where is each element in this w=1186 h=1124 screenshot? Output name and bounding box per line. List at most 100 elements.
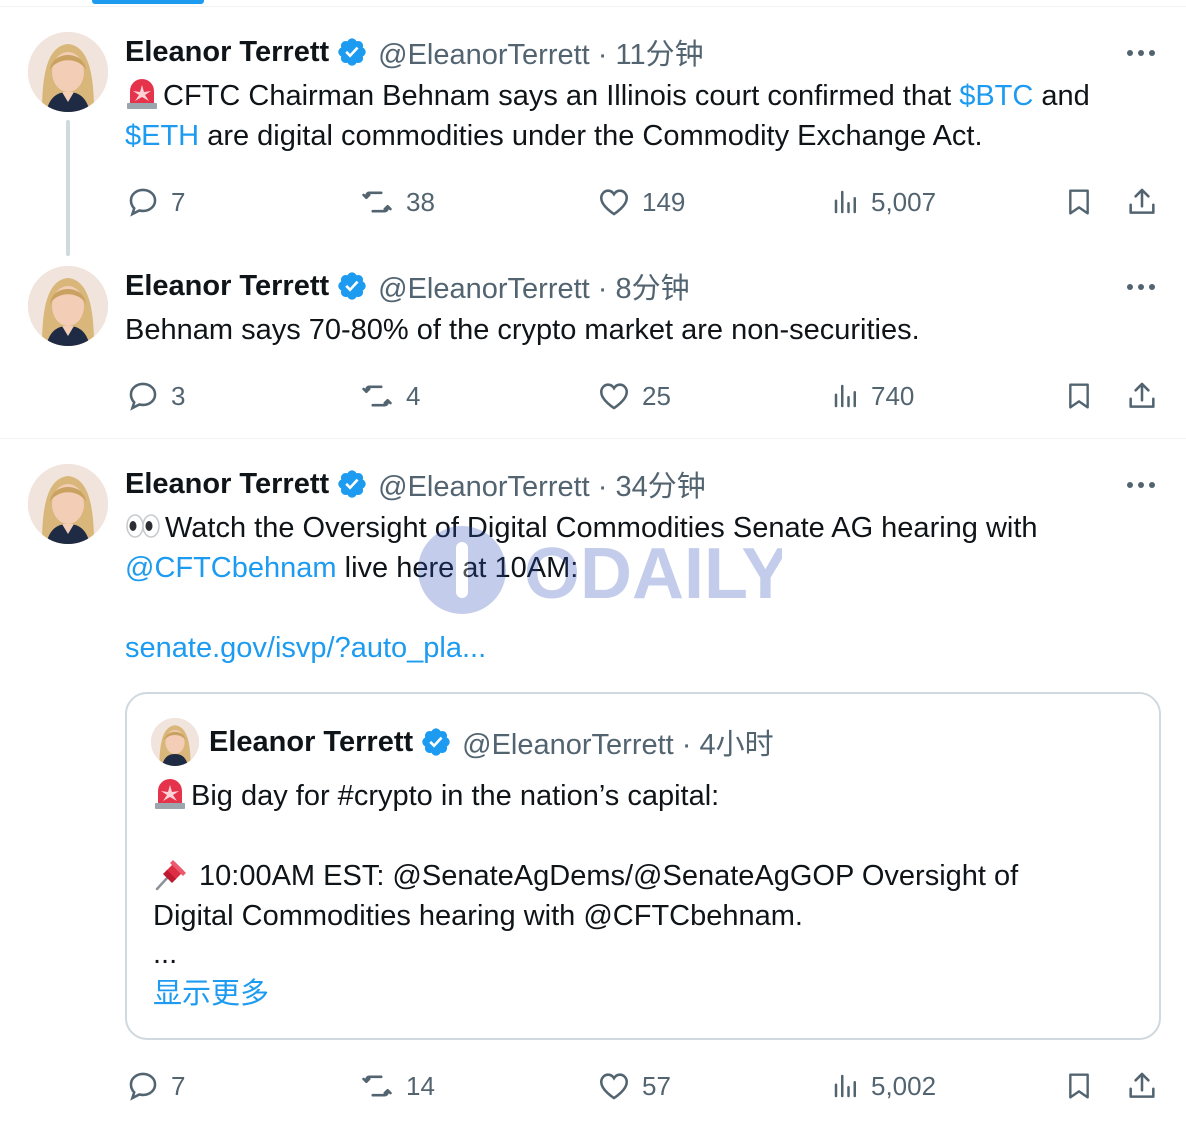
author-name[interactable]: Eleanor Terrett bbox=[125, 468, 329, 501]
bookmark-button[interactable] bbox=[1063, 1066, 1095, 1106]
verified-icon[interactable] bbox=[336, 270, 368, 302]
author-handle-time[interactable]: @EleanorTerrett · 8分钟 bbox=[378, 265, 689, 307]
top-divider bbox=[0, 6, 1186, 7]
like-button[interactable]: 57 bbox=[596, 1066, 671, 1106]
quoted-text-line-2: 10:00AM EST: @SenateAgDems/@SenateAgGOP … bbox=[153, 856, 1133, 896]
avatar[interactable] bbox=[28, 32, 108, 112]
repost-count: 38 bbox=[406, 186, 435, 217]
show-more-link[interactable]: 显示更多 bbox=[153, 978, 269, 1010]
share-button[interactable] bbox=[1125, 182, 1159, 222]
bookmark-button[interactable] bbox=[1063, 182, 1095, 222]
more-button[interactable] bbox=[1124, 270, 1158, 304]
share-icon bbox=[1129, 188, 1155, 214]
like-count: 149 bbox=[642, 186, 686, 217]
thread-connector bbox=[66, 120, 70, 256]
eyes-emoji bbox=[126, 514, 160, 538]
view-count: 740 bbox=[871, 380, 915, 411]
share-button[interactable] bbox=[1125, 1066, 1159, 1106]
verified-icon[interactable] bbox=[336, 36, 368, 68]
reply-icon bbox=[129, 382, 157, 411]
repost-icon bbox=[362, 1075, 392, 1097]
repost-button[interactable]: 38 bbox=[358, 182, 435, 222]
text-segment: CFTC Chairman Behnam says an Illinois co… bbox=[163, 80, 960, 112]
more-icon bbox=[1127, 482, 1155, 488]
siren-emoji bbox=[127, 79, 157, 109]
more-icon bbox=[1127, 284, 1155, 290]
author-name[interactable]: Eleanor Terrett bbox=[125, 36, 329, 69]
reply-count: 7 bbox=[171, 186, 186, 217]
avatar[interactable] bbox=[28, 266, 108, 346]
view-count: 5,007 bbox=[871, 186, 937, 217]
reply-count: 3 bbox=[171, 380, 186, 411]
quoted-author-name: Eleanor Terrett bbox=[209, 725, 414, 758]
views-icon bbox=[834, 1074, 856, 1098]
more-button[interactable] bbox=[1124, 468, 1158, 502]
quoted-handle-time: @EleanorTerrett · 4小时 bbox=[462, 729, 774, 761]
external-link[interactable]: senate.gov/isvp/?auto_pla... bbox=[125, 632, 486, 664]
quoted-avatar[interactable] bbox=[151, 718, 199, 766]
share-icon bbox=[1129, 1072, 1155, 1098]
author-handle-time[interactable]: @EleanorTerrett · 11分钟 bbox=[378, 31, 703, 73]
mention-cftcbehnam[interactable]: @CFTCbehnam bbox=[125, 552, 337, 584]
like-icon bbox=[599, 189, 629, 216]
like-count: 25 bbox=[642, 380, 671, 411]
text-segment: 10:00AM EST: @SenateAgDems/@SenateAgGOP … bbox=[199, 860, 1019, 892]
more-button[interactable] bbox=[1124, 36, 1158, 70]
reply-button[interactable]: 7 bbox=[125, 1066, 185, 1106]
cashtag-eth[interactable]: $ETH bbox=[125, 120, 199, 152]
timeline: Eleanor Terrett @EleanorTerrett · 11分钟 C… bbox=[0, 0, 1186, 1124]
bookmark-icon bbox=[1069, 189, 1089, 215]
pushpin-emoji bbox=[155, 860, 186, 891]
quoted-text-line-1: Big day for #crypto in the nation’s capi… bbox=[153, 776, 1133, 816]
like-button[interactable]: 149 bbox=[596, 182, 685, 222]
avatar[interactable] bbox=[28, 464, 108, 544]
view-count: 5,002 bbox=[871, 1070, 937, 1101]
quoted-text-line-3: Digital Commodities hearing with @CFTCbe… bbox=[153, 900, 803, 932]
like-icon bbox=[599, 383, 629, 410]
verified-icon[interactable] bbox=[336, 468, 368, 500]
repost-button[interactable]: 14 bbox=[358, 1066, 435, 1106]
share-icon bbox=[1129, 382, 1155, 408]
views-button[interactable]: 740 bbox=[831, 376, 914, 416]
tweet-divider bbox=[0, 438, 1186, 439]
tweet-text: Watch the Oversight of Digital Commoditi… bbox=[125, 508, 1155, 588]
more-icon bbox=[1127, 50, 1155, 56]
quoted-tweet-card[interactable]: Eleanor Terrett @EleanorTerrett · 4小时 Bi… bbox=[125, 692, 1161, 1040]
repost-icon bbox=[362, 191, 392, 213]
text-segment: are digital commodities under the Commod… bbox=[199, 120, 983, 152]
verified-icon bbox=[422, 728, 450, 756]
reply-count: 7 bbox=[171, 1070, 186, 1101]
views-button[interactable]: 5,007 bbox=[831, 182, 936, 222]
tweet-actions: 3 4 25 740 bbox=[125, 376, 1165, 416]
reply-button[interactable]: 7 bbox=[125, 182, 185, 222]
cashtag-btc[interactable]: $BTC bbox=[959, 80, 1033, 112]
tweet-text: CFTC Chairman Behnam says an Illinois co… bbox=[125, 76, 1155, 156]
repost-icon bbox=[362, 385, 392, 407]
like-button[interactable]: 25 bbox=[596, 376, 671, 416]
quoted-ellipsis: ... bbox=[153, 938, 178, 970]
reply-icon bbox=[129, 1072, 157, 1101]
author-name[interactable]: Eleanor Terrett bbox=[125, 270, 329, 303]
repost-button[interactable]: 4 bbox=[358, 376, 420, 416]
active-tab-indicator bbox=[92, 0, 204, 4]
quoted-header: Eleanor Terrett @EleanorTerrett · 4小时 bbox=[209, 722, 774, 762]
tweet-header: Eleanor Terrett @EleanorTerrett · 8分钟 bbox=[125, 266, 690, 306]
author-handle-time[interactable]: @EleanorTerrett · 34分钟 bbox=[378, 463, 706, 505]
show-more-row: 显示更多 bbox=[153, 974, 1133, 1014]
views-icon bbox=[834, 384, 856, 408]
tweet-actions: 7 14 57 5,002 bbox=[125, 1066, 1165, 1106]
like-icon bbox=[599, 1073, 629, 1100]
repost-count: 14 bbox=[406, 1070, 435, 1101]
tweet-text: Behnam says 70-80% of the crypto market … bbox=[125, 314, 920, 346]
bookmark-icon bbox=[1069, 1073, 1089, 1099]
like-count: 57 bbox=[642, 1070, 671, 1101]
bookmark-button[interactable] bbox=[1063, 376, 1095, 416]
tweet-actions: 7 38 149 5,007 bbox=[125, 182, 1165, 222]
bookmark-icon bbox=[1069, 383, 1089, 409]
views-button[interactable]: 5,002 bbox=[831, 1066, 936, 1106]
reply-icon bbox=[129, 188, 157, 217]
share-button[interactable] bbox=[1125, 376, 1159, 416]
text-segment: and bbox=[1033, 80, 1090, 112]
reply-button[interactable]: 3 bbox=[125, 376, 185, 416]
text-segment: Big day for #crypto in the nation’s capi… bbox=[191, 780, 720, 812]
